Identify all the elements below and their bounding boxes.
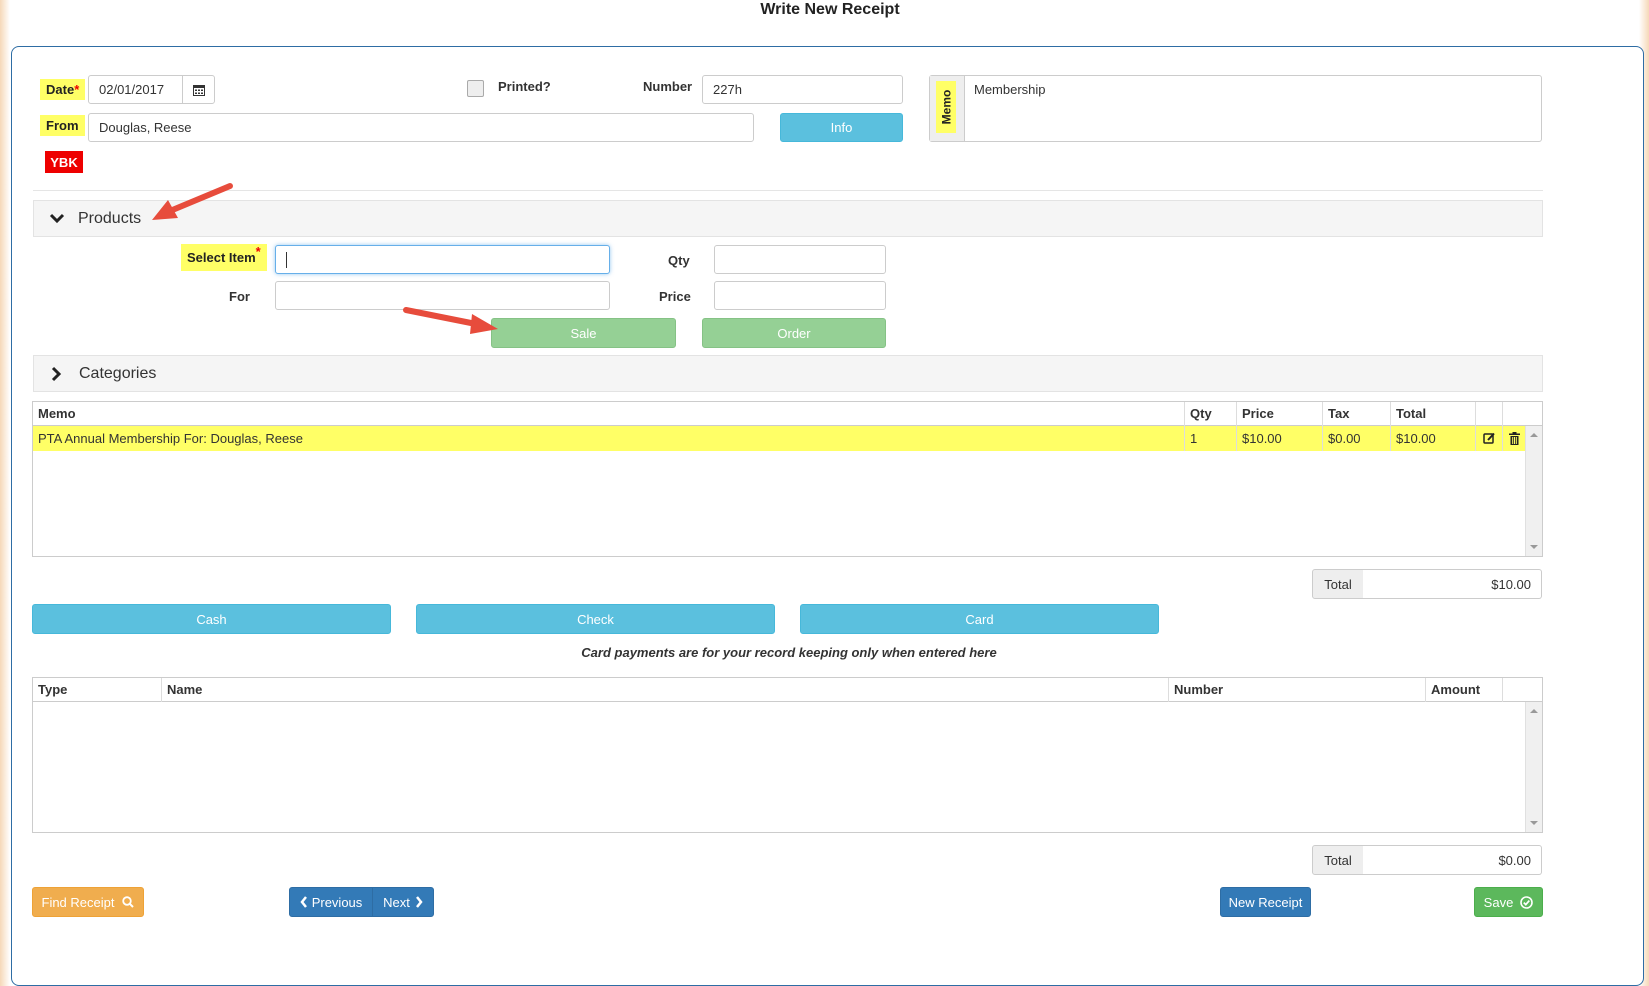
edit-icon xyxy=(1482,432,1495,444)
column-header-price[interactable]: Price xyxy=(1236,402,1322,426)
chevron-down-icon xyxy=(49,213,65,223)
payments-table-header: Type Name Number Amount xyxy=(33,678,1542,702)
cell-total: $10.00 xyxy=(1390,426,1475,451)
printed-checkbox[interactable] xyxy=(467,80,484,97)
info-button[interactable]: Info xyxy=(780,113,903,142)
previous-button[interactable]: Previous xyxy=(289,887,373,917)
items-table: Memo Qty Price Tax Total PTA Annual Memb… xyxy=(32,401,1543,557)
scroll-up-icon[interactable] xyxy=(1530,709,1538,713)
calendar-icon xyxy=(192,84,205,96)
page-title: Write New Receipt xyxy=(760,1,900,18)
from-input[interactable]: Douglas, Reese xyxy=(88,113,754,142)
date-input[interactable]: 02/01/2017 xyxy=(88,75,183,104)
find-receipt-label: Find Receipt xyxy=(41,894,115,910)
column-header-name[interactable]: Name xyxy=(161,678,1169,702)
column-header-tax[interactable]: Tax xyxy=(1322,402,1390,426)
save-label: Save xyxy=(1483,894,1514,910)
items-table-header: Memo Qty Price Tax Total xyxy=(33,402,1542,426)
column-header-qty[interactable]: Qty xyxy=(1184,402,1236,426)
cash-button[interactable]: Cash xyxy=(32,604,391,634)
column-header-total[interactable]: Total xyxy=(1390,402,1475,426)
check-button[interactable]: Check xyxy=(416,604,775,634)
printed-label: Printed? xyxy=(498,79,551,94)
annotation-arrow-products xyxy=(152,183,233,220)
categories-title: Categories xyxy=(79,364,157,382)
annotation-arrow-sale xyxy=(403,307,498,334)
column-header-number[interactable]: Number xyxy=(1168,678,1426,702)
scroll-down-icon[interactable] xyxy=(1530,821,1538,825)
edit-row-button[interactable] xyxy=(1475,426,1502,451)
column-header-edit xyxy=(1475,402,1502,426)
column-header-actions xyxy=(1502,678,1542,702)
items-table-scrollbar[interactable] xyxy=(1525,426,1542,556)
items-total-value: $10.00 xyxy=(1363,569,1542,599)
payments-total-value: $0.00 xyxy=(1363,845,1542,875)
check-circle-icon xyxy=(1520,895,1534,909)
calendar-button[interactable] xyxy=(182,75,215,104)
delete-row-button[interactable] xyxy=(1502,426,1525,451)
number-input[interactable]: 227h xyxy=(702,75,903,104)
find-receipt-button[interactable]: Find Receipt xyxy=(32,887,144,917)
cell-price: $10.00 xyxy=(1236,426,1322,451)
select-item-label: Select Item* xyxy=(181,244,267,271)
memo-label: Memo xyxy=(936,81,956,133)
qty-input[interactable] xyxy=(714,245,886,274)
column-header-delete xyxy=(1502,402,1542,426)
column-header-amount[interactable]: Amount xyxy=(1425,678,1503,702)
qty-label: Qty xyxy=(668,253,690,268)
chevron-left-icon xyxy=(300,896,307,908)
memo-textarea[interactable]: Membership xyxy=(974,82,1046,97)
categories-section-header[interactable]: Categories xyxy=(33,355,1543,392)
chevron-right-icon xyxy=(415,896,423,908)
products-section-header[interactable]: Products xyxy=(33,200,1543,237)
new-receipt-button[interactable]: New Receipt xyxy=(1220,887,1311,917)
save-button[interactable]: Save xyxy=(1474,887,1543,917)
column-header-type[interactable]: Type xyxy=(33,678,162,702)
chevron-right-icon xyxy=(51,366,62,381)
from-label: From xyxy=(40,115,85,136)
cell-qty: 1 xyxy=(1184,426,1236,451)
price-input[interactable] xyxy=(714,281,886,310)
payments-table-scrollbar[interactable] xyxy=(1525,702,1542,832)
date-label: Date* xyxy=(40,79,86,100)
trash-icon xyxy=(1508,432,1520,445)
next-label: Next xyxy=(383,894,410,910)
card-button[interactable]: Card xyxy=(800,604,1159,634)
cell-memo: PTA Annual Membership For: Douglas, Rees… xyxy=(38,431,303,446)
column-header-memo[interactable]: Memo xyxy=(33,402,1185,426)
cell-tax: $0.00 xyxy=(1322,426,1390,451)
table-row[interactable]: PTA Annual Membership For: Douglas, Rees… xyxy=(33,426,1525,451)
sale-button[interactable]: Sale xyxy=(491,318,676,348)
ybk-badge: YBK xyxy=(45,151,83,173)
scroll-up-icon[interactable] xyxy=(1530,433,1538,437)
products-title: Products xyxy=(78,209,142,227)
select-item-input[interactable] xyxy=(275,245,610,274)
price-label: Price xyxy=(659,289,691,304)
number-label: Number xyxy=(643,79,693,94)
order-button[interactable]: Order xyxy=(702,318,886,348)
search-icon xyxy=(122,896,135,908)
payments-total-label: Total xyxy=(1312,845,1364,875)
items-total-label: Total xyxy=(1312,569,1364,599)
scroll-down-icon[interactable] xyxy=(1530,545,1538,549)
previous-label: Previous xyxy=(311,894,363,910)
next-button[interactable]: Next xyxy=(372,887,434,917)
card-payment-note: Card payments are for your record keepin… xyxy=(581,645,997,660)
for-label: For xyxy=(229,289,250,304)
payments-table: Type Name Number Amount xyxy=(32,677,1543,833)
divider xyxy=(33,190,1543,191)
